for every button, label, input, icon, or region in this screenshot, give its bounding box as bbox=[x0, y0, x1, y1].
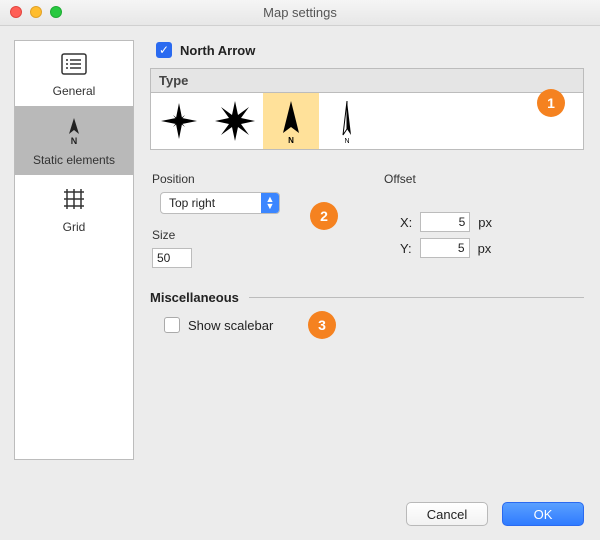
show-scalebar-checkbox[interactable] bbox=[164, 317, 180, 333]
dialog-footer: Cancel OK bbox=[406, 502, 584, 526]
show-scalebar-label: Show scalebar bbox=[188, 318, 273, 333]
position-label: Position bbox=[152, 172, 352, 186]
svg-text:N: N bbox=[344, 138, 349, 145]
ok-button[interactable]: OK bbox=[502, 502, 584, 526]
type-header: Type bbox=[151, 69, 583, 93]
offset-x-input[interactable]: 5 bbox=[420, 212, 470, 232]
px-suffix: px bbox=[478, 241, 492, 256]
sidebar-item-static-elements[interactable]: N Static elements bbox=[15, 106, 133, 175]
type-options: N N bbox=[151, 93, 583, 149]
px-suffix: px bbox=[478, 215, 492, 230]
north-arrow-icon: N bbox=[61, 116, 87, 146]
select-stepper-icon: ▲▼ bbox=[261, 193, 279, 213]
divider bbox=[249, 297, 584, 298]
sidebar-item-label: Grid bbox=[63, 220, 86, 234]
offset-y-input[interactable]: 5 bbox=[420, 238, 470, 258]
svg-text:N: N bbox=[288, 136, 294, 145]
minimize-icon[interactable] bbox=[30, 6, 42, 18]
sidebar-item-label: Static elements bbox=[33, 153, 115, 167]
offset-x-label: X: bbox=[400, 215, 412, 230]
titlebar: Map settings bbox=[0, 0, 600, 26]
window-title: Map settings bbox=[263, 5, 337, 20]
offset-y-label: Y: bbox=[400, 241, 412, 256]
callout-1: 1 bbox=[537, 89, 565, 117]
arrow-type-3[interactable]: N bbox=[319, 93, 375, 149]
sidebar-item-grid[interactable]: Grid bbox=[15, 175, 133, 242]
north-arrow-checkbox[interactable]: ✓ bbox=[156, 42, 172, 58]
callout-2: 2 bbox=[310, 202, 338, 230]
position-select[interactable]: Top right ▲▼ bbox=[160, 192, 280, 214]
list-icon bbox=[59, 51, 89, 77]
sidebar-item-label: General bbox=[53, 84, 96, 98]
offset-column: Offset X: 5 px Y: 5 px bbox=[382, 168, 584, 268]
compass-star-icon bbox=[159, 101, 199, 141]
arrow-n-icon: N bbox=[271, 97, 311, 145]
arrow-type-box: Type N bbox=[150, 68, 584, 150]
size-label: Size bbox=[152, 228, 352, 242]
position-value: Top right bbox=[169, 196, 215, 210]
offset-label: Offset bbox=[384, 172, 584, 186]
svg-text:N: N bbox=[71, 136, 78, 146]
size-input[interactable]: 50 bbox=[152, 248, 192, 268]
grid-icon bbox=[60, 185, 88, 213]
arrow-type-1[interactable] bbox=[207, 93, 263, 149]
window-controls bbox=[10, 6, 62, 18]
north-arrow-label: North Arrow bbox=[180, 43, 255, 58]
close-icon[interactable] bbox=[10, 6, 22, 18]
north-arrow-row: ✓ North Arrow bbox=[156, 42, 584, 58]
main-panel: ✓ North Arrow Type N bbox=[150, 40, 584, 333]
arrow-type-0[interactable] bbox=[151, 93, 207, 149]
thin-arrow-icon: N bbox=[332, 97, 362, 145]
misc-header-row: Miscellaneous bbox=[150, 290, 584, 305]
zoom-icon[interactable] bbox=[50, 6, 62, 18]
sidebar-item-general[interactable]: General bbox=[15, 41, 133, 106]
sidebar: General N Static elements Grid bbox=[14, 40, 134, 460]
callout-3: 3 bbox=[308, 311, 336, 339]
arrow-type-2[interactable]: N bbox=[263, 93, 319, 149]
cancel-button[interactable]: Cancel bbox=[406, 502, 488, 526]
sun-star-icon bbox=[213, 99, 257, 143]
misc-header: Miscellaneous bbox=[150, 290, 239, 305]
